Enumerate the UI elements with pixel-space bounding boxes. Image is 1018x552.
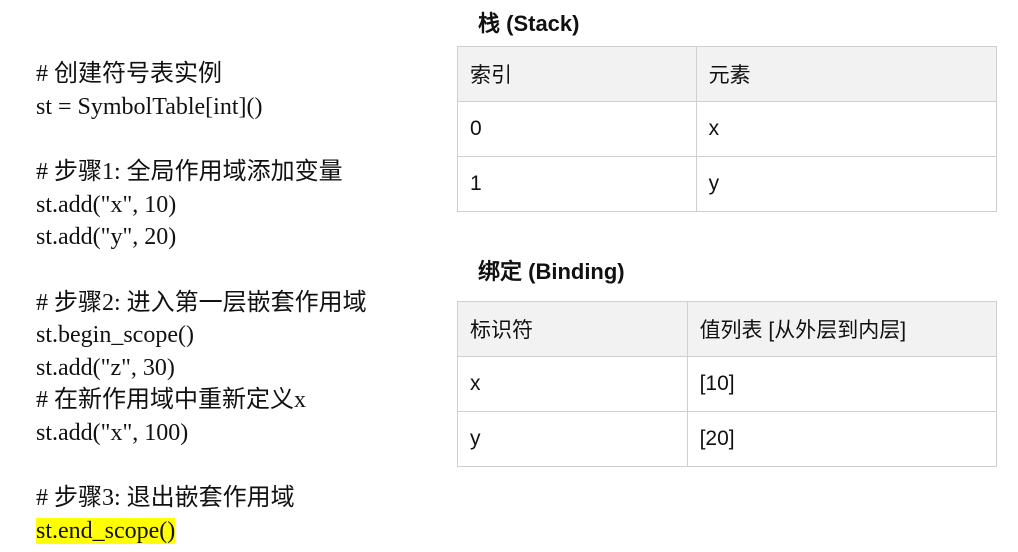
code-block-step3: # 步骤3: 退出嵌套作用域 st.end_scope() — [36, 482, 367, 547]
table-cell: x — [695, 101, 998, 157]
code-block-step2: # 步骤2: 进入第一层嵌套作用域 st.begin_scope() st.ad… — [36, 287, 367, 450]
code-line: st = SymbolTable[int]() — [36, 93, 263, 120]
code-line: st.add("x", 100) — [36, 419, 189, 446]
column-header: 值列表 [从外层到内层] — [686, 301, 998, 357]
table-row: y [20] — [457, 411, 998, 467]
column-header: 元素 — [695, 46, 998, 102]
table-header-row: 标识符 值列表 [从外层到内层] — [457, 301, 998, 357]
code-line: st.add("x", 10) — [36, 191, 177, 218]
code-line: st.begin_scope() — [36, 322, 194, 348]
code-line: st.add("z", 30) — [36, 354, 175, 381]
table-cell: y — [695, 156, 998, 212]
stack-table: 索引 元素 0 x 1 y — [457, 46, 998, 212]
column-header: 索引 — [457, 46, 697, 102]
code-comment: # 步骤1: 全局作用域添加变量 — [36, 159, 343, 185]
table-row: x [10] — [457, 356, 998, 412]
code-line-highlighted: st.end_scope() — [36, 515, 367, 548]
table-row: 1 y — [457, 156, 998, 212]
binding-table: 标识符 值列表 [从外层到内层] x [10] y [20] — [457, 301, 998, 467]
table-header-row: 索引 元素 — [457, 46, 998, 102]
code-comment: # 步骤3: 退出嵌套作用域 — [36, 485, 295, 511]
table-cell: [10] — [686, 356, 998, 412]
code-line: st.add("y", 20) — [36, 224, 177, 250]
table-cell: y — [457, 411, 688, 467]
table-cell: x — [457, 356, 688, 412]
table-row: 0 x — [457, 101, 998, 157]
column-header: 标识符 — [457, 301, 688, 357]
code-comment: # 在新作用域中重新定义x — [36, 387, 306, 413]
table-cell: 0 — [457, 101, 697, 157]
binding-title: 绑定 (Binding) — [478, 259, 625, 284]
code-block-step1: # 步骤1: 全局作用域添加变量 st.add("x", 10) st.add(… — [36, 156, 367, 254]
code-comment: # 步骤2: 进入第一层嵌套作用域 — [36, 289, 367, 316]
table-cell: [20] — [686, 411, 998, 467]
table-cell: 1 — [457, 156, 697, 212]
code-comment: # 创建符号表实例 — [36, 61, 222, 87]
code-listing: # 创建符号表实例 st = SymbolTable[int]() # 步骤1:… — [36, 58, 367, 547]
code-block-create: # 创建符号表实例 st = SymbolTable[int]() — [36, 58, 367, 123]
highlighted-code: st.end_scope() — [36, 517, 176, 544]
stack-title: 栈 (Stack) — [478, 11, 580, 36]
